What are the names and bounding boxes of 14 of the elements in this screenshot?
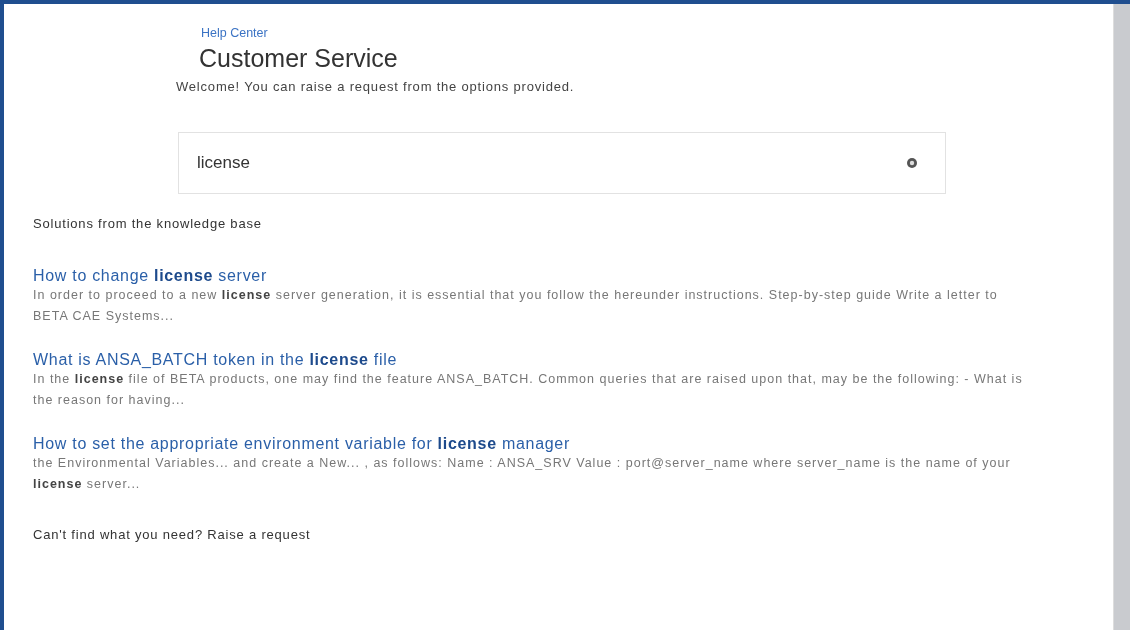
article-excerpt: In the license file of BETA products, one may find the feature ANSA_BATCH. Common queries that are raised upon that, may be the following: - What is the reason for having... bbox=[33, 371, 1024, 409]
welcome-text: Welcome! You can raise a request from the options provided. bbox=[176, 79, 575, 94]
help-center-link[interactable]: Help Center bbox=[201, 26, 268, 40]
article-link[interactable]: What is ANSA_BATCH token in the license file bbox=[33, 351, 397, 369]
raise-request-text: Can't find what you need? Raise a request bbox=[33, 527, 312, 542]
section-heading: Solutions from the knowledge base bbox=[33, 216, 263, 231]
article-excerpt: the Environmental Variables... and create a New... , as follows: Name : ANSA_SRV Value : port@server_name where server_name is the name of your license server... bbox=[33, 455, 1012, 493]
clear-icon[interactable] bbox=[906, 157, 918, 169]
article-link[interactable]: How to change license server bbox=[33, 267, 267, 285]
scrollbar[interactable] bbox=[1113, 4, 1130, 630]
article-excerpt: In order to proceed to a new license server generation, it is essential that you follow the hereunder instructions. Step-by-step guide Write a letter to BETA CAE Systems... bbox=[33, 287, 999, 325]
search-field[interactable]: license bbox=[178, 132, 946, 194]
page-title: Customer Service bbox=[199, 44, 398, 73]
article-link[interactable]: How to set the appropriate environment variable for license manager bbox=[33, 435, 570, 453]
